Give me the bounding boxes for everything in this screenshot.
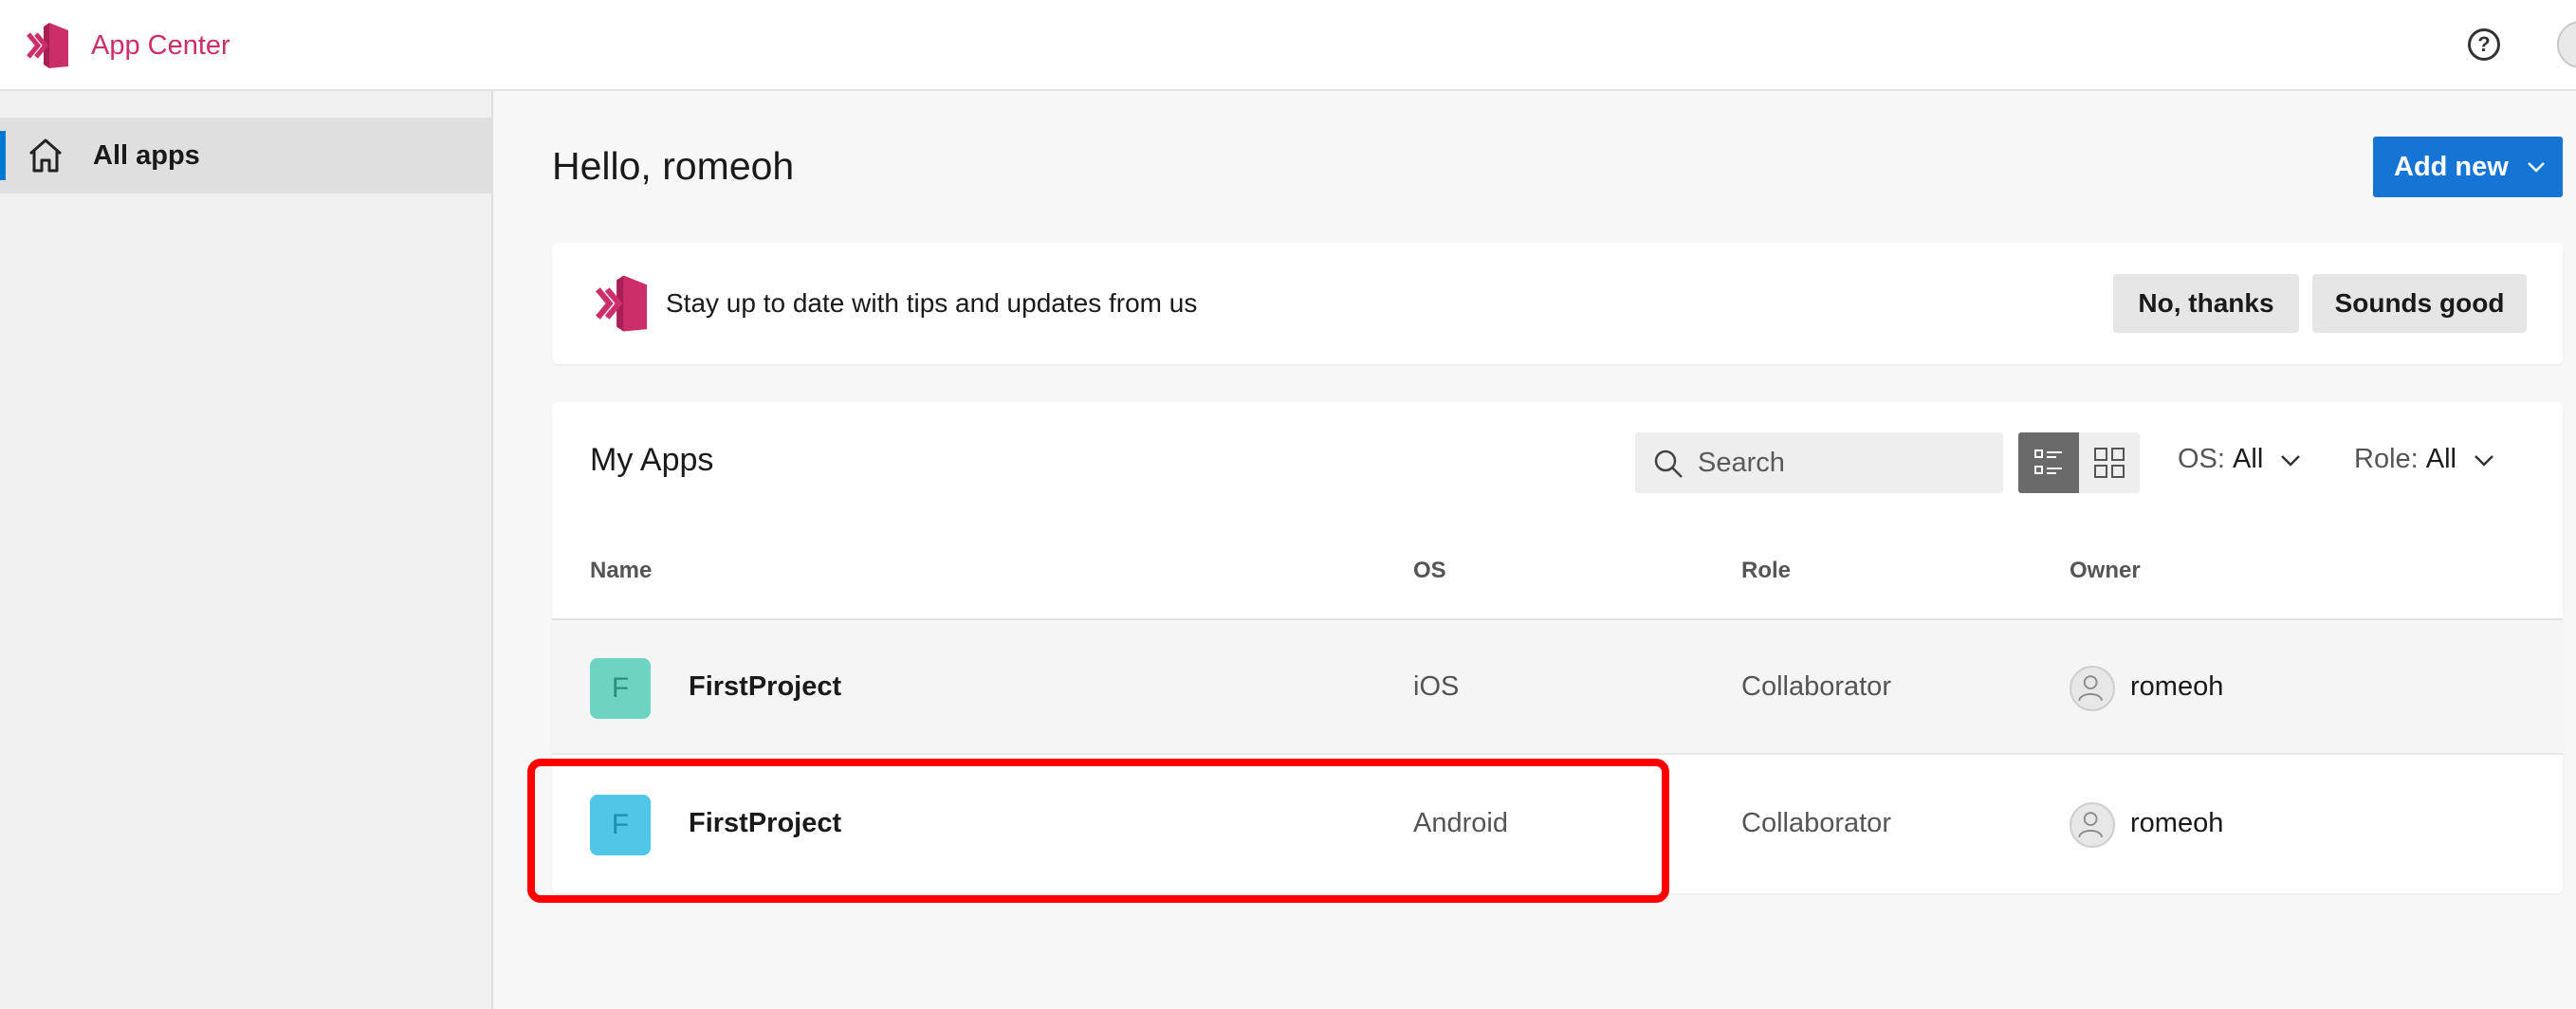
owner-avatar-icon: [2070, 802, 2115, 848]
app-center-logo-icon: [596, 275, 648, 332]
search-icon: [1654, 449, 1683, 478]
sidebar-item-all-apps[interactable]: All apps: [0, 118, 491, 193]
add-new-button[interactable]: Add new: [2373, 137, 2563, 197]
app-avatar: F: [590, 795, 651, 855]
chevron-down-icon: [2281, 454, 2301, 467]
brand[interactable]: App Center: [25, 21, 230, 70]
add-new-label: Add new: [2394, 151, 2509, 182]
search-box[interactable]: [1635, 432, 2003, 493]
help-button[interactable]: ?: [2468, 28, 2500, 61]
column-header-role[interactable]: Role: [1741, 558, 1791, 584]
app-initial: F: [611, 809, 630, 840]
no-thanks-button[interactable]: No, thanks: [2113, 274, 2299, 333]
chevron-down-icon: [2475, 454, 2493, 467]
column-header-name[interactable]: Name: [590, 558, 652, 584]
tips-message: Stay up to date with tips and updates fr…: [666, 288, 1198, 318]
list-view-icon: [2034, 449, 2062, 474]
column-header-owner[interactable]: Owner: [2070, 558, 2141, 584]
app-initial: F: [611, 672, 630, 704]
brand-name: App Center: [91, 29, 230, 61]
search-input[interactable]: [1698, 444, 1982, 482]
os-filter-value: All: [2233, 444, 2264, 474]
role-filter-value: All: [2425, 444, 2456, 474]
chevron-down-icon: [2528, 162, 2545, 173]
home-icon: [29, 138, 62, 173]
section-title: My Apps: [590, 442, 714, 478]
role-filter-dropdown[interactable]: Role: All: [2354, 444, 2494, 475]
column-header-os[interactable]: OS: [1413, 558, 1446, 584]
table-row[interactable]: F FirstProject Android Collaborator rome…: [552, 757, 2563, 891]
active-indicator: [0, 131, 6, 180]
app-name: FirstProject: [689, 808, 842, 838]
app-name: FirstProject: [689, 671, 842, 702]
app-owner: romeoh: [2130, 808, 2224, 838]
table-header: Name OS Role Owner: [552, 542, 2563, 620]
sidebar: All apps: [0, 91, 493, 1009]
app-owner: romeoh: [2130, 671, 2224, 702]
app-avatar: F: [590, 658, 651, 719]
grid-view-icon: [2094, 448, 2125, 478]
app-os: iOS: [1413, 671, 1460, 702]
app-role: Collaborator: [1741, 808, 1891, 838]
grid-view-button[interactable]: [2079, 432, 2140, 493]
os-filter-dropdown[interactable]: OS: All: [2178, 444, 2301, 475]
page-title: Hello, romeoh: [552, 144, 795, 188]
sounds-good-button[interactable]: Sounds good: [2312, 274, 2527, 333]
os-filter-key: OS:: [2178, 444, 2225, 474]
role-filter-key: Role:: [2354, 444, 2419, 474]
top-bar: App Center ?: [0, 0, 2576, 91]
table-row[interactable]: F FirstProject iOS Collaborator romeoh: [552, 620, 2563, 755]
app-os: Android: [1413, 808, 1508, 838]
list-view-button[interactable]: [2018, 432, 2079, 493]
app-role: Collaborator: [1741, 671, 1891, 702]
owner-avatar-icon: [2070, 666, 2115, 711]
sidebar-item-label: All apps: [93, 140, 200, 171]
tips-banner: Stay up to date with tips and updates fr…: [552, 243, 2563, 364]
my-apps-card: My Apps OS: All Role: All Name OS R: [552, 402, 2563, 893]
user-avatar[interactable]: [2557, 21, 2576, 68]
app-center-logo-icon: [27, 23, 68, 68]
